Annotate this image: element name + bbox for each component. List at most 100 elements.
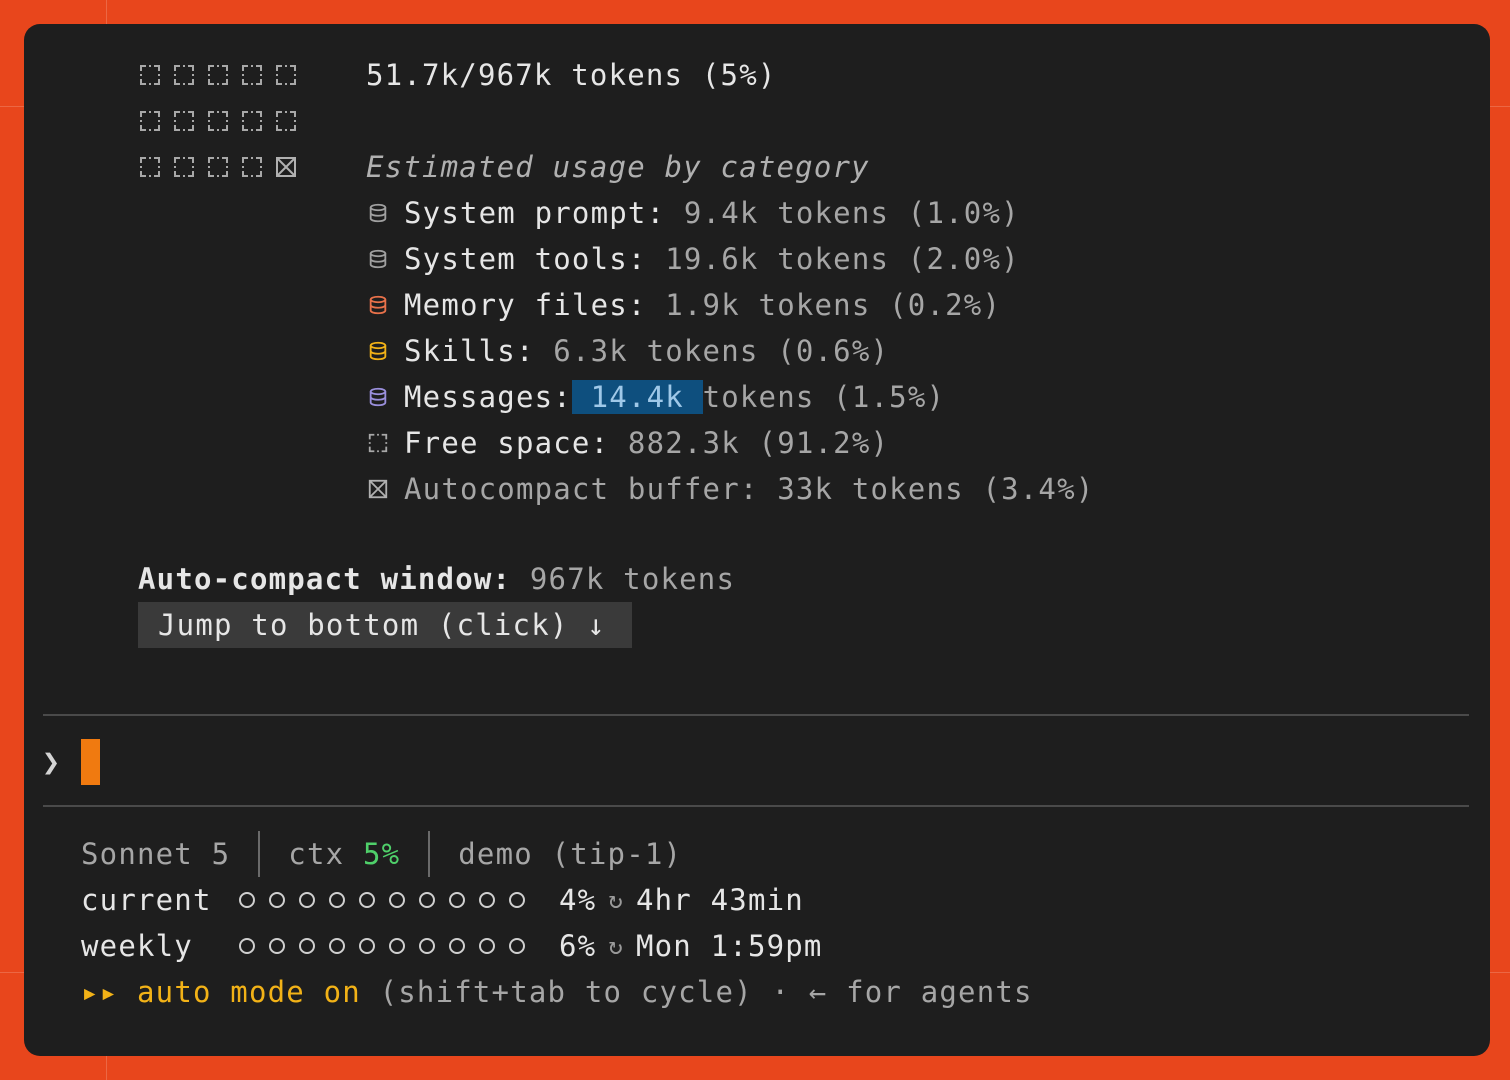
usage-dot [299, 938, 315, 954]
usage-dot [449, 938, 465, 954]
usage-dot [269, 892, 285, 908]
current-reset-time: 4hr 43min [635, 883, 804, 917]
input-cursor[interactable] [81, 739, 100, 785]
usage-dot [239, 892, 255, 908]
weekly-usage-meter [239, 938, 525, 954]
category-value: 1.9k tokens (0.2%) [646, 288, 1002, 322]
prompt-chevron-icon: ❯ [42, 745, 62, 780]
free-space-cell-icon [138, 63, 162, 87]
usage-dot [479, 892, 495, 908]
autocompact-window-line: Auto-compact window: 967k tokens [138, 556, 735, 602]
usage-dot [329, 892, 345, 908]
category-item: System tools: 19.6k tokens (2.0%) [366, 236, 1020, 282]
auto-mode-status[interactable]: auto mode on [137, 969, 361, 1015]
free-space-icon [366, 431, 390, 455]
free-space-cell-icon [138, 155, 162, 179]
free-space-cell-icon [206, 63, 230, 87]
autocompact-value: 967k tokens [529, 562, 736, 596]
usage-dot [359, 892, 375, 908]
category-item: Messages: 14.4k tokens (1.5%) [366, 374, 945, 420]
buffer-cell-icon [274, 155, 298, 179]
input-divider-top [43, 714, 1469, 716]
category-label: Skills: [404, 334, 535, 368]
current-percent: 4% [559, 883, 597, 917]
category-label: Autocompact buffer: [404, 472, 759, 506]
usage-dot [509, 938, 525, 954]
category-value: 33k tokens (3.4%) [758, 472, 1095, 506]
category-heading: Estimated usage by category [366, 150, 870, 184]
autocompact-label: Auto-compact window: [138, 562, 512, 596]
input-divider-bottom [43, 805, 1469, 807]
free-space-cell-icon [274, 109, 298, 133]
usage-dot [329, 938, 345, 954]
weekly-usage-row: weekly 6% ↻ Mon 1:59pm [81, 923, 823, 969]
category-value: tokens (1.5%) [702, 380, 946, 414]
category-item: Memory files: 1.9k tokens (0.2%) [366, 282, 1001, 328]
free-space-cell-icon [172, 109, 196, 133]
free-space-cell-icon [206, 155, 230, 179]
context-grid-row [138, 63, 298, 87]
category-value: 9.4k tokens (1.0%) [665, 196, 1020, 230]
jump-to-bottom-button[interactable]: Jump to bottom (click) ↓ [138, 602, 632, 648]
database-icon [366, 293, 390, 317]
weekly-percent: 6% [559, 929, 597, 963]
category-value: 6.3k tokens (0.6%) [534, 334, 890, 368]
ctx-value: 5% [362, 837, 401, 871]
usage-dot [449, 892, 465, 908]
usage-dot [359, 938, 375, 954]
free-space-cell-icon [274, 63, 298, 87]
fast-forward-icon: ▸▸ [81, 975, 119, 1009]
category-value-highlight: 14.4k [571, 380, 703, 414]
category-item: System prompt: 9.4k tokens (1.0%) [366, 190, 1020, 236]
category-value: 19.6k tokens (2.0%) [646, 242, 1020, 276]
current-usage-meter [239, 892, 525, 908]
usage-dot [419, 938, 435, 954]
context-grid-row [138, 155, 298, 179]
current-label: current [81, 883, 212, 917]
usage-dot [389, 938, 405, 954]
database-icon [366, 201, 390, 225]
category-item: Free space: 882.3k (91.2%) [366, 420, 889, 466]
current-usage-row: current 4% ↻ 4hr 43min [81, 877, 804, 923]
free-space-cell-icon [138, 109, 162, 133]
category-label: System prompt: [404, 196, 666, 230]
database-icon [366, 247, 390, 271]
usage-dot [239, 938, 255, 954]
free-space-cell-icon [240, 155, 264, 179]
usage-dot [509, 892, 525, 908]
category-item: Skills: 6.3k tokens (0.6%) [366, 328, 889, 374]
usage-dot [299, 892, 315, 908]
mode-row: ▸▸ auto mode on (shift+tab to cycle) · ←… [81, 969, 1033, 1015]
category-label: Messages: [404, 380, 572, 414]
category-label: Free space: [404, 426, 610, 460]
free-space-cell-icon [240, 63, 264, 87]
mode-hint: (shift+tab to cycle) · ← for agents [379, 975, 1033, 1009]
model-name: Sonnet 5 [81, 837, 231, 871]
status-model-row: Sonnet 5 ctx 5% demo (tip-1) [81, 831, 682, 877]
database-icon [366, 339, 390, 363]
free-space-cell-icon [206, 109, 230, 133]
buffer-icon [366, 477, 390, 501]
database-icon [366, 385, 390, 409]
free-space-cell-icon [240, 109, 264, 133]
usage-dot [479, 938, 495, 954]
free-space-cell-icon [172, 155, 196, 179]
status-separator [258, 831, 261, 877]
branch-name: demo (tip-1) [458, 837, 683, 871]
category-value: 882.3k (91.2%) [609, 426, 890, 460]
reset-icon: ↻ [608, 932, 624, 960]
category-label: Memory files: [404, 288, 647, 322]
ctx-label: ctx [288, 837, 345, 871]
usage-summary: 51.7k/967k tokens (5%) [366, 58, 777, 92]
terminal-window: 51.7k/967k tokens (5%) Estimated usage b… [24, 24, 1490, 1056]
category-label: System tools: [404, 242, 647, 276]
context-grid-row [138, 109, 298, 133]
usage-dot [419, 892, 435, 908]
status-separator [428, 831, 431, 877]
usage-dot [269, 938, 285, 954]
free-space-cell-icon [172, 63, 196, 87]
usage-dot [389, 892, 405, 908]
category-item: Autocompact buffer: 33k tokens (3.4%) [366, 466, 1094, 512]
weekly-label: weekly [81, 929, 193, 963]
reset-icon: ↻ [608, 886, 624, 914]
